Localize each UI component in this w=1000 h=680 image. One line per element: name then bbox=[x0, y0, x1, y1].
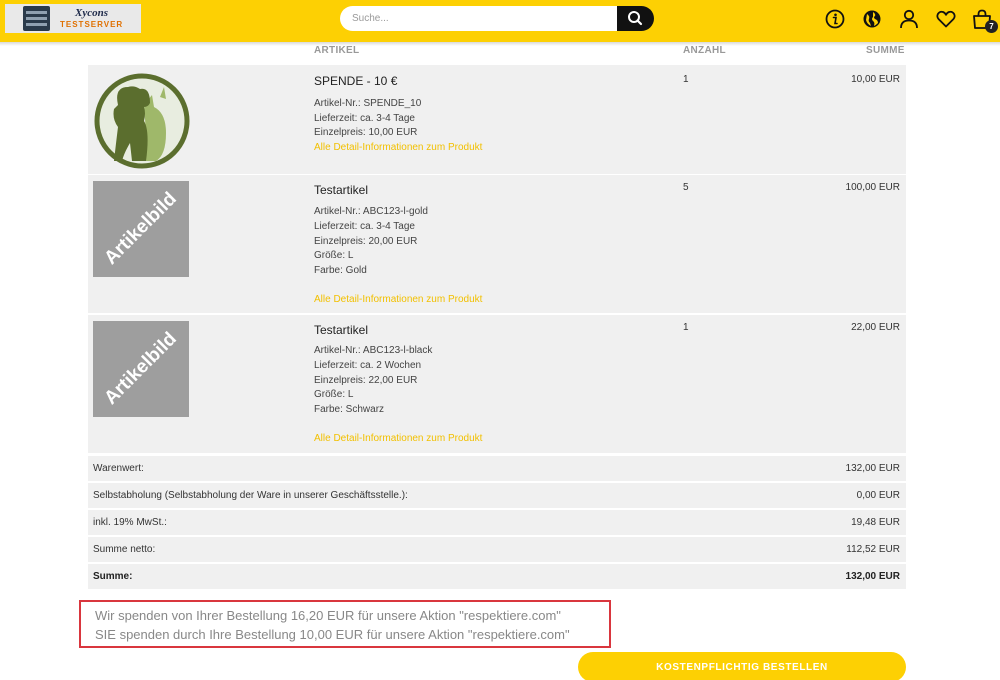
summary-value: 112,52 EUR bbox=[846, 544, 900, 555]
summary-value: 0,00 EUR bbox=[856, 490, 900, 501]
summary-row: inkl. 19% MwSt.: 19,48 EUR bbox=[88, 509, 906, 535]
product-name[interactable]: Testartikel bbox=[314, 183, 368, 197]
cart-item: SPENDE - 10 € Artikel-Nr.: SPENDE_10 Lie… bbox=[88, 65, 906, 175]
item-sum: 22,00 EUR bbox=[851, 322, 900, 333]
summary-value: 132,00 EUR bbox=[845, 571, 900, 582]
summary-label: Warenwert: bbox=[93, 463, 144, 474]
summary-row: Warenwert: 132,00 EUR bbox=[88, 455, 906, 481]
product-image-label: Artikelbild bbox=[100, 328, 181, 409]
cart-item: Artikelbild Testartikel Artikel-Nr.: ABC… bbox=[88, 175, 906, 314]
server-logo-icon bbox=[23, 6, 50, 31]
summary-label: Summe netto: bbox=[93, 544, 156, 555]
product-detail: Artikel-Nr.: SPENDE_10 bbox=[314, 98, 422, 109]
product-detail: Einzelpreis: 20,00 EUR bbox=[314, 236, 418, 247]
place-order-button[interactable]: KOSTENPFLICHTIG BESTELLEN bbox=[578, 652, 906, 680]
product-detail: Größe: L bbox=[314, 389, 354, 400]
logo-subtitle: TESTSERVER bbox=[60, 20, 124, 29]
product-detail: Einzelpreis: 10,00 EUR bbox=[314, 127, 418, 138]
column-header-article: ARTIKEL bbox=[314, 45, 360, 56]
item-sum: 100,00 EUR bbox=[845, 182, 900, 193]
donation-line: Wir spenden von Ihrer Bestellung 16,20 E… bbox=[95, 608, 561, 623]
search-input[interactable] bbox=[340, 6, 630, 31]
item-quantity: 5 bbox=[683, 182, 689, 193]
summary-label: Selbstabholung (Selbstabholung der Ware … bbox=[93, 490, 408, 501]
product-detail: Artikel-Nr.: ABC123-l-black bbox=[314, 345, 433, 356]
product-image-label: Artikelbild bbox=[100, 188, 181, 269]
cart-item: Artikelbild Testartikel Artikel-Nr.: ABC… bbox=[88, 315, 906, 454]
product-details-link[interactable]: Alle Detail-Informationen zum Produkt bbox=[314, 433, 482, 444]
item-quantity: 1 bbox=[683, 74, 689, 85]
product-detail: Einzelpreis: 22,00 EUR bbox=[314, 375, 418, 386]
summary-value: 19,48 EUR bbox=[851, 517, 900, 528]
product-details-link[interactable]: Alle Detail-Informationen zum Produkt bbox=[314, 142, 482, 153]
donation-notice: Wir spenden von Ihrer Bestellung 16,20 E… bbox=[79, 600, 611, 648]
column-header-quantity: ANZAHL bbox=[683, 45, 726, 56]
product-name[interactable]: Testartikel bbox=[314, 323, 368, 337]
summary-total-row: Summe: 132,00 EUR bbox=[88, 563, 906, 589]
product-detail: Farbe: Schwarz bbox=[314, 404, 385, 415]
summary-value: 132,00 EUR bbox=[845, 463, 900, 474]
donation-logo-icon bbox=[94, 73, 190, 169]
summary-label: Summe: bbox=[93, 571, 133, 582]
logo[interactable]: Xycons TESTSERVER bbox=[5, 4, 141, 33]
product-image-placeholder: Artikelbild bbox=[93, 321, 189, 417]
heart-icon[interactable] bbox=[935, 8, 957, 30]
site-header: Xycons TESTSERVER 7 bbox=[0, 0, 1000, 46]
product-detail: Lieferzeit: ca. 2 Wochen bbox=[314, 360, 422, 371]
summary-row: Summe netto: 112,52 EUR bbox=[88, 536, 906, 562]
product-detail: Artikel-Nr.: ABC123-l-gold bbox=[314, 206, 428, 217]
user-icon[interactable] bbox=[898, 8, 920, 30]
product-detail: Größe: L bbox=[314, 250, 354, 261]
cart-count-badge: 7 bbox=[985, 20, 998, 33]
product-name[interactable]: SPENDE - 10 € bbox=[314, 74, 397, 88]
search-bar bbox=[340, 6, 654, 31]
item-sum: 10,00 EUR bbox=[851, 74, 900, 85]
product-detail: Lieferzeit: ca. 3-4 Tage bbox=[314, 113, 415, 124]
info-icon[interactable] bbox=[824, 8, 846, 30]
search-button[interactable] bbox=[617, 6, 654, 31]
summary-row: Selbstabholung (Selbstabholung der Ware … bbox=[88, 482, 906, 508]
donation-line: SIE spenden durch Ihre Bestellung 10,00 … bbox=[95, 627, 570, 642]
product-details-link[interactable]: Alle Detail-Informationen zum Produkt bbox=[314, 294, 482, 305]
column-header-sum: SUMME bbox=[866, 45, 905, 56]
logo-brand: Xycons bbox=[75, 7, 108, 19]
product-detail: Lieferzeit: ca. 3-4 Tage bbox=[314, 221, 415, 232]
product-image-placeholder: Artikelbild bbox=[93, 181, 189, 277]
globe-icon[interactable] bbox=[861, 8, 883, 30]
product-detail: Farbe: Gold bbox=[314, 265, 367, 276]
summary-label: inkl. 19% MwSt.: bbox=[93, 517, 167, 528]
item-quantity: 1 bbox=[683, 322, 689, 333]
search-icon bbox=[628, 11, 643, 26]
